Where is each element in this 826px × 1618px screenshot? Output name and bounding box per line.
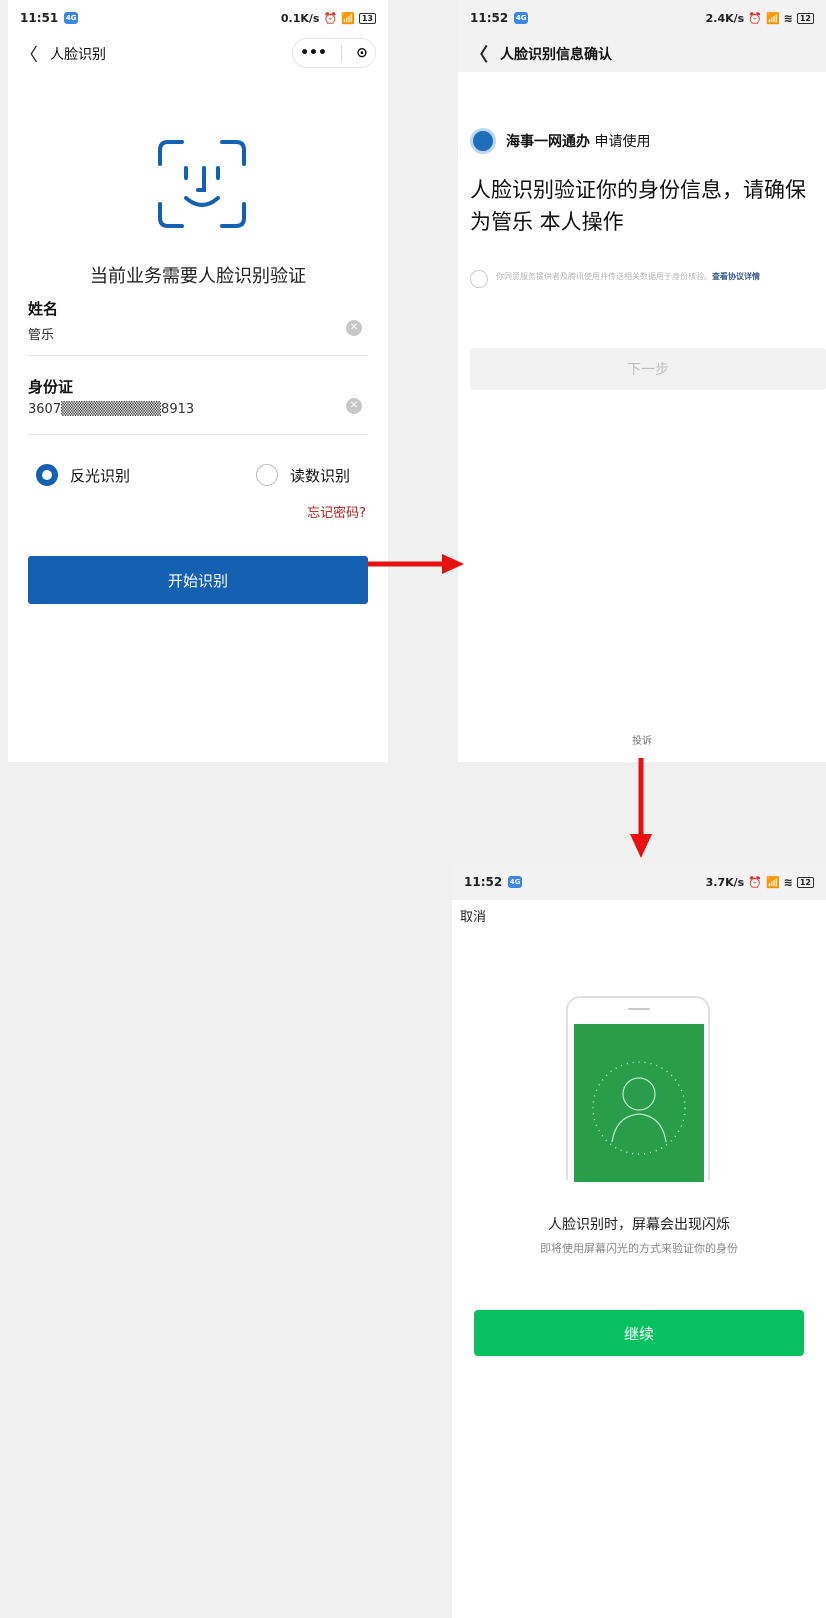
agreement-text: 你同意服务提供者及腾讯使用并传送相关数据用于身份核验。 [496,272,712,281]
person-silhouette-icon [592,1061,686,1155]
clear-id-icon[interactable]: ✕ [346,398,362,414]
signal-icon: 📶 [765,11,780,25]
forgot-password-link[interactable]: 忘记密码? [307,502,366,521]
agreement-row: 你同意服务提供者及腾讯使用并传送相关数据用于身份核验。查看协议详情 [470,270,820,288]
alarm-icon: ⏰ [748,875,762,889]
id-number-field[interactable]: 3607▒▒▒▒▒▒▒▒▒▒8913 [28,402,194,417]
flash-notice-screen: 11:52 4G 3.7K/s ⏰ 📶 ≋ 12 取消 人脸识别时，屏幕会出现闪… [452,864,826,1618]
back-icon[interactable]: 〈 [20,41,38,67]
option-reflect[interactable]: 反光识别 [36,464,130,486]
divider [28,355,368,356]
wifi-icon: ≋ [783,11,793,25]
applicant-name: 海事一网通办 [506,134,590,150]
phone-illustration [566,996,710,1182]
clear-name-icon[interactable]: ✕ [346,320,362,336]
applicant-row: 海事一网通办 申请使用 [470,128,650,154]
id-label: 身份证 [28,378,74,396]
flash-title: 人脸识别时，屏幕会出现闪烁 [548,1217,730,1233]
page-title: 人脸识别信息确认 [500,47,612,63]
name-field[interactable]: 管乐 [28,324,54,343]
network-badge-icon: 4G [508,876,523,888]
verification-prompt: 当前业务需要人脸识别验证 [90,266,306,287]
radio-unchecked-icon [256,464,278,486]
identity-confirm-screen: 11:52 4G 2.4K/s ⏰ 📶 ≋ 12 〈 人脸识别信息确认 海事一网… [458,0,826,762]
close-target-icon[interactable]: ⊙ [356,45,368,61]
speaker-icon [628,1008,650,1010]
applicant-suffix: 申请使用 [594,134,651,150]
status-bar: 11:52 4G 2.4K/s ⏰ 📶 ≋ 12 [458,0,826,36]
battery-icon: 12 [796,876,814,888]
agree-checkbox[interactable] [470,270,488,288]
complain-link[interactable]: 投诉 [458,732,826,747]
signal-icon: 📶 [341,11,355,25]
back-icon[interactable]: 〈 [470,41,488,67]
network-speed: 3.7K/s [705,875,745,889]
status-time: 11:52 [470,11,509,25]
face-scan-icon [158,140,246,228]
mini-program-capsule: ••• ⊙ [292,38,376,68]
divider [28,434,368,435]
confirm-title: 人脸识别验证你的身份信息，请确保为管乐 本人操作 [470,178,806,234]
green-screen [574,1024,704,1182]
continue-button[interactable]: 继续 [474,1310,804,1356]
capsule-divider [341,44,343,62]
status-time: 11:52 [464,875,503,889]
option-label: 读数识别 [290,466,351,485]
start-recognition-button[interactable]: 开始识别 [28,556,368,604]
agreement-link[interactable]: 查看协议详情 [712,272,760,281]
alarm-icon: ⏰ [748,11,762,25]
network-speed: 0.1K/s [280,11,320,25]
cancel-button[interactable]: 取消 [460,906,486,925]
status-bar: 11:51 4G 0.1K/s ⏰ 📶 13 [8,0,388,36]
name-label: 姓名 [28,300,59,318]
status-time: 11:51 [20,11,59,25]
battery-icon: 12 [796,12,814,24]
maritime-logo-icon [470,128,496,154]
next-step-button[interactable]: 下一步 [470,348,826,390]
alarm-icon: ⏰ [323,11,338,25]
page-title: 人脸识别 [50,47,106,63]
network-badge-icon: 4G [64,12,79,24]
network-badge-icon: 4G [514,12,529,24]
flash-subtitle: 即将使用屏幕闪光的方式来验证你的身份 [540,1242,738,1255]
option-label: 反光识别 [70,466,131,485]
more-icon[interactable]: ••• [300,45,327,61]
down-arrow-icon [630,758,652,858]
option-read-number[interactable]: 读数识别 [256,464,350,486]
network-speed: 2.4K/s [705,11,745,25]
status-bar: 11:52 4G 3.7K/s ⏰ 📶 ≋ 12 [452,864,826,900]
signal-icon: 📶 [765,875,780,889]
nav-bar: 〈 人脸识别信息确认 [458,36,826,72]
radio-checked-icon [36,464,58,486]
right-arrow-icon [368,554,464,574]
battery-icon: 13 [358,12,376,24]
face-recognition-screen: 11:51 4G 0.1K/s ⏰ 📶 13 〈 人脸识别 ••• ⊙ 当前业务… [8,0,388,762]
wifi-icon: ≋ [783,875,793,889]
